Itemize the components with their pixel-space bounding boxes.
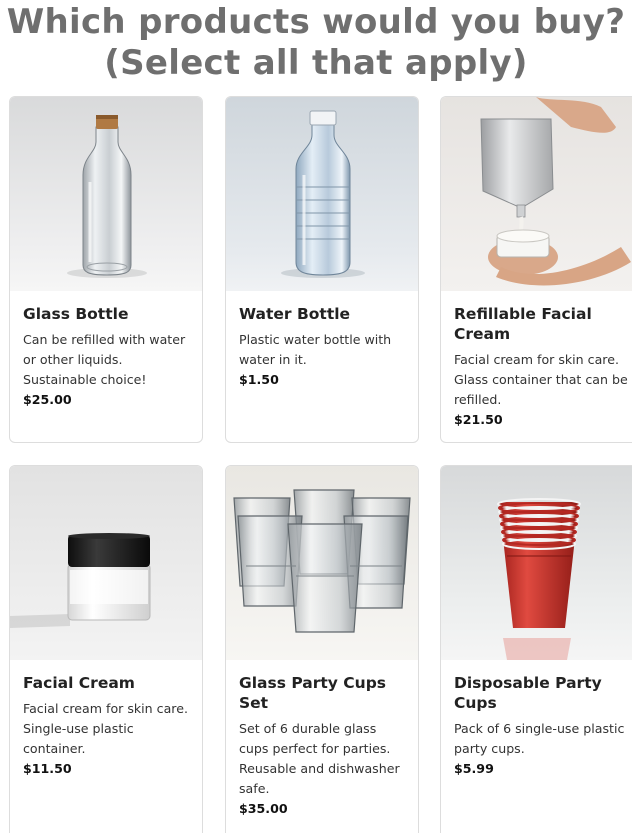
product-name: Glass Bottle bbox=[23, 305, 129, 323]
product-description: Plastic water bottle with water in it. bbox=[239, 332, 392, 367]
product-name: Glass Party Cups Set bbox=[239, 674, 387, 712]
product-price: $25.00 bbox=[23, 392, 72, 407]
glass-bottle-photo bbox=[10, 97, 202, 291]
product-price: $11.50 bbox=[23, 761, 72, 776]
product-description: Facial cream for skin care. Glass contai… bbox=[454, 352, 628, 407]
cream-jar-photo bbox=[10, 466, 202, 660]
page-title-line-2: (Select all that apply) bbox=[104, 43, 528, 83]
product-card-water-bottle[interactable]: Water Bottle Plastic water bottle with w… bbox=[225, 96, 419, 443]
product-price: $1.50 bbox=[239, 372, 279, 387]
product-price: $21.50 bbox=[454, 412, 503, 427]
red-plastic-cups-photo bbox=[441, 466, 632, 660]
glass-cups-photo bbox=[226, 466, 418, 660]
plastic-water-bottle-photo bbox=[226, 97, 418, 291]
page-title-line-1: Which products would you buy? bbox=[6, 2, 626, 42]
product-card-glass-party-cups-set[interactable]: Glass Party Cups Set Set of 6 durable gl… bbox=[225, 465, 419, 833]
page-title: Which products would you buy? (Select al… bbox=[0, 2, 632, 84]
product-price: $35.00 bbox=[239, 801, 288, 816]
product-name: Refillable Facial Cream bbox=[454, 305, 592, 343]
product-card-glass-bottle[interactable]: Glass Bottle Can be refilled with water … bbox=[9, 96, 203, 443]
product-description: Pack of 6 single-use plastic party cups. bbox=[454, 721, 625, 756]
product-description: Facial cream for skin care. Single-use p… bbox=[23, 701, 188, 756]
refill-pouch-and-cream-photo bbox=[441, 97, 632, 291]
product-price: $5.99 bbox=[454, 761, 494, 776]
product-card-facial-cream[interactable]: Facial Cream Facial cream for skin care.… bbox=[9, 465, 203, 833]
survey-page: Which products would you buy? (Select al… bbox=[0, 0, 632, 833]
product-name: Water Bottle bbox=[239, 305, 351, 323]
product-name: Facial Cream bbox=[23, 674, 135, 692]
product-description: Can be refilled with water or other liqu… bbox=[23, 332, 186, 387]
product-name: Disposable Party Cups bbox=[454, 674, 602, 712]
product-card-disposable-party-cups[interactable]: Disposable Party Cups Pack of 6 single-u… bbox=[440, 465, 632, 833]
product-card-refillable-facial-cream[interactable]: Refillable Facial Cream Facial cream for… bbox=[440, 96, 632, 443]
product-description: Set of 6 durable glass cups perfect for … bbox=[239, 721, 400, 796]
